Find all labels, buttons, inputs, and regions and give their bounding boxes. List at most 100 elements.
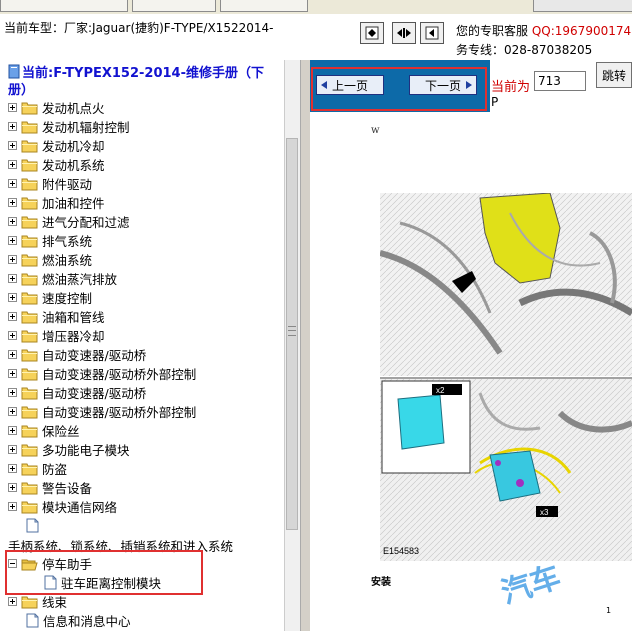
- folder-icon: [21, 387, 38, 399]
- expand-icon[interactable]: [8, 274, 17, 283]
- double-arrow-icon: [397, 28, 411, 38]
- folder-icon: [21, 349, 38, 361]
- folder-icon: [21, 330, 38, 342]
- tree-item[interactable]: 自动变速器/驱动桥外部控制: [8, 402, 196, 421]
- folder-icon: [21, 444, 38, 456]
- expand-icon[interactable]: [8, 198, 17, 207]
- arrow-right-icon: [466, 81, 472, 89]
- document-icon: [26, 613, 39, 628]
- expand-icon[interactable]: [8, 141, 17, 150]
- tree-item[interactable]: 排气系统: [8, 231, 92, 250]
- expand-icon[interactable]: [8, 160, 17, 169]
- expand-icon[interactable]: [8, 388, 17, 397]
- service-prefix: 您的专职客服: [456, 24, 529, 38]
- expand-icon[interactable]: [8, 464, 17, 473]
- page-unit-label: P: [491, 95, 499, 109]
- book-icon: [8, 64, 20, 79]
- header-row: 当前车型：厂家:Jaguar(捷豹)F-TYPE/X1522014- 您的专职客…: [0, 14, 632, 60]
- expand-icon[interactable]: [8, 445, 17, 454]
- folder-icon: [21, 311, 38, 323]
- toolbar-button[interactable]: [0, 0, 128, 12]
- tree-item[interactable]: 自动变速器/驱动桥外部控制: [8, 364, 196, 383]
- folder-icon: [21, 273, 38, 285]
- panel-splitter[interactable]: [300, 60, 310, 631]
- tree-item-document[interactable]: [26, 516, 43, 535]
- document-icon: [26, 518, 39, 533]
- expand-icon[interactable]: [8, 597, 17, 606]
- tree-item[interactable]: 燃油系统: [8, 250, 92, 269]
- callout-x2: x2: [436, 386, 445, 395]
- top-toolbar: [0, 0, 632, 14]
- tree-item[interactable]: 燃油蒸汽排放: [8, 269, 117, 288]
- toolbar-button[interactable]: [132, 0, 216, 12]
- scroll-grip-icon: [288, 326, 296, 336]
- tree-item[interactable]: 加油和控件: [8, 193, 105, 212]
- folder-icon: [21, 292, 38, 304]
- service-phone: 务专线：028-87038205: [456, 43, 593, 57]
- technical-illustration: x2 x3: [380, 193, 632, 561]
- tree-item[interactable]: 发动机系统: [8, 155, 105, 174]
- expand-icon[interactable]: [8, 483, 17, 492]
- next-page-button[interactable]: 下一页: [409, 75, 477, 95]
- expand-icon[interactable]: [8, 331, 17, 340]
- service-qq[interactable]: QQ:1967900174: [532, 24, 631, 38]
- expand-icon[interactable]: [8, 179, 17, 188]
- tree-item[interactable]: 附件驱动: [8, 174, 92, 193]
- current-page-label: 当前为: [491, 80, 531, 95]
- jump-button[interactable]: 跳转: [596, 62, 632, 88]
- tree-item[interactable]: 多功能电子模块: [8, 440, 130, 459]
- expand-icon[interactable]: [8, 122, 17, 131]
- split-view-button[interactable]: [392, 22, 416, 44]
- folder-icon: [21, 216, 38, 228]
- tree-item[interactable]: 发动机冷却: [8, 136, 105, 155]
- expand-icon[interactable]: [8, 350, 17, 359]
- tree-item[interactable]: 模块通信网络: [8, 497, 117, 516]
- expand-icon[interactable]: [8, 217, 17, 226]
- folder-icon: [21, 102, 38, 114]
- folder-icon: [21, 140, 38, 152]
- expand-icon[interactable]: [8, 103, 17, 112]
- tree-item[interactable]: 防盗: [8, 459, 67, 478]
- folder-icon: [21, 178, 38, 190]
- folder-icon: [21, 254, 38, 266]
- figure-code: E154583: [383, 546, 420, 556]
- expand-icon[interactable]: [8, 407, 17, 416]
- first-page-button[interactable]: [360, 22, 384, 44]
- tree-item[interactable]: 发动机辐射控制: [8, 117, 130, 136]
- tree-item[interactable]: 增压器冷却: [8, 326, 105, 345]
- page-number-input[interactable]: [534, 71, 586, 91]
- arrow-left-icon: [425, 26, 439, 40]
- expand-icon[interactable]: [8, 426, 17, 435]
- tree-item[interactable]: 自动变速器/驱动桥: [8, 383, 146, 402]
- page-number: 1: [606, 606, 612, 615]
- tree-item[interactable]: 警告设备: [8, 478, 92, 497]
- folder-icon: [21, 596, 38, 608]
- scroll-grip-line: [288, 330, 296, 331]
- tree-item[interactable]: 自动变速器/驱动桥: [8, 345, 146, 364]
- folder-icon: [21, 197, 38, 209]
- folder-icon: [21, 159, 38, 171]
- folder-icon: [21, 235, 38, 247]
- toolbar-button[interactable]: [533, 0, 632, 12]
- folder-icon: [21, 482, 38, 494]
- expand-icon[interactable]: [8, 369, 17, 378]
- tree-item[interactable]: 发动机点火: [8, 98, 105, 117]
- last-page-button[interactable]: [420, 22, 444, 44]
- toolbar-button[interactable]: [220, 0, 308, 12]
- tree-title[interactable]: 当前:F-TYPEX152-2014-维修手册（下册）: [8, 64, 278, 99]
- folder-icon: [21, 368, 38, 380]
- expand-icon[interactable]: [8, 502, 17, 511]
- expand-icon[interactable]: [8, 312, 17, 321]
- tree-item[interactable]: 信息和消息中心: [26, 611, 131, 630]
- expand-icon[interactable]: [8, 236, 17, 245]
- arrow-left-icon: [321, 81, 327, 89]
- folder-icon: [21, 121, 38, 133]
- expand-icon[interactable]: [8, 293, 17, 302]
- prev-page-button[interactable]: 上一页: [316, 75, 384, 95]
- expand-icon[interactable]: [8, 255, 17, 264]
- callout-x3: x3: [540, 508, 549, 517]
- tree-item[interactable]: 速度控制: [8, 288, 92, 307]
- tree-item[interactable]: 油箱和管线: [8, 307, 105, 326]
- tree-item[interactable]: 进气分配和过滤: [8, 212, 130, 231]
- tree-item[interactable]: 保险丝: [8, 421, 80, 440]
